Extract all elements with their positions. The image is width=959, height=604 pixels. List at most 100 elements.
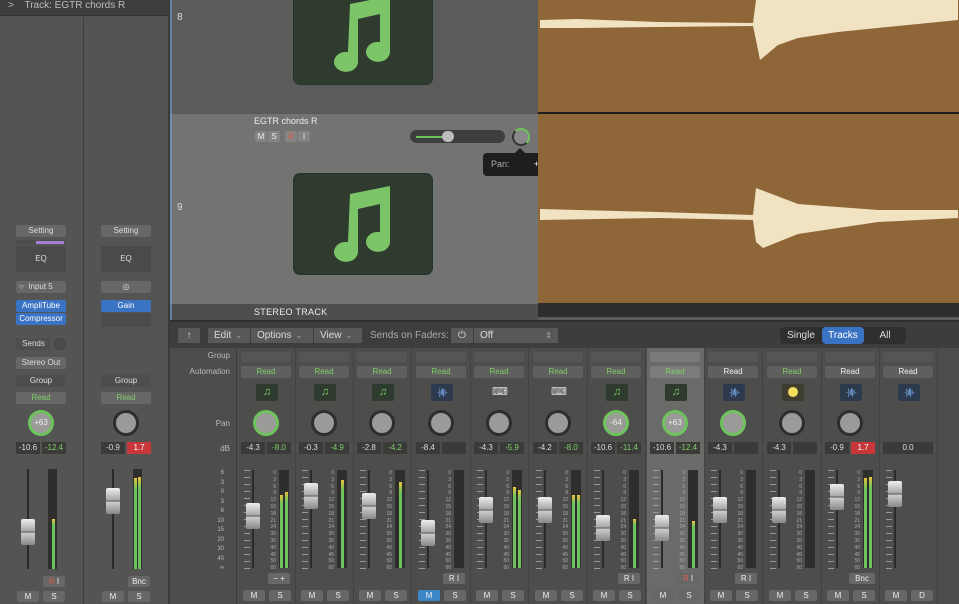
track-icon-8[interactable] [294, 0, 432, 84]
mute-button[interactable]: M [710, 590, 732, 601]
group-slot[interactable] [533, 352, 583, 362]
solo-button[interactable]: S [327, 590, 349, 601]
record-input-buttons[interactable]: R I [677, 573, 699, 584]
track-record-button[interactable]: R [285, 131, 297, 142]
input-monitor-button[interactable]: I [57, 577, 59, 586]
automation-mode-button[interactable]: Read [416, 366, 466, 378]
solo-button-output[interactable]: S [128, 591, 150, 602]
mute-button[interactable]: M [885, 590, 907, 601]
volume-fader-handle[interactable] [713, 497, 727, 524]
volume-readout[interactable]: -10.6 [16, 442, 40, 454]
eq-button-output[interactable]: EQ [101, 246, 151, 272]
input-monitor-button[interactable]: I [632, 574, 634, 583]
peak-readout[interactable] [793, 442, 817, 454]
record-enable-button[interactable]: R [683, 574, 689, 583]
automation-mode-button[interactable]: Read [591, 366, 641, 378]
volume-fader-handle[interactable] [21, 519, 35, 545]
audio-waveform-icon[interactable]: ·|ıl|ı· [840, 384, 862, 401]
group-slot[interactable] [591, 352, 641, 362]
solo-button[interactable]: S [269, 590, 291, 601]
audio-region-track-9[interactable] [538, 114, 959, 303]
empty-plugin-slot[interactable] [101, 313, 151, 327]
volume-fader-handle[interactable] [538, 497, 552, 524]
volume-fader-handle[interactable] [362, 493, 376, 520]
view-menu[interactable]: View ⌄ [314, 328, 362, 343]
peak-readout[interactable]: 1.7 [851, 442, 875, 454]
group-button[interactable]: Group [16, 375, 66, 387]
volume-fader-handle[interactable] [655, 515, 669, 541]
solo-button[interactable]: S [502, 590, 524, 601]
volume-slider-knob[interactable] [442, 131, 454, 142]
volume-readout[interactable]: 0.0 [883, 442, 933, 454]
up-arrow-icon[interactable]: ↑ [178, 328, 200, 343]
add-remove-buttons[interactable]: − + [268, 573, 290, 584]
solo-button[interactable]: S [795, 590, 817, 601]
input-button[interactable]: ○ Input 5 [16, 281, 66, 293]
volume-readout[interactable]: -8.4 [416, 442, 440, 454]
volume-fader-handle[interactable] [304, 482, 318, 509]
volume-readout[interactable]: -0.9 [825, 442, 849, 454]
peak-readout[interactable]: -12.4 [42, 442, 66, 454]
peak-readout[interactable] [734, 442, 758, 454]
sends-button[interactable]: Sends [16, 338, 51, 350]
group-slot[interactable] [416, 352, 466, 362]
peak-readout[interactable]: -8.0 [267, 442, 291, 454]
audio-region-track-8[interactable] [538, 0, 959, 112]
mute-button[interactable]: M [593, 590, 615, 601]
music-note-icon[interactable]: ♫ [665, 384, 687, 401]
pan-knob[interactable]: +63 [28, 410, 54, 436]
audio-waveform-icon[interactable]: ·|ıl|ı· [723, 384, 745, 401]
pan-knob[interactable] [253, 410, 279, 436]
pan-knob[interactable]: -64 [603, 410, 629, 436]
audio-waveform-icon[interactable]: ·|ıl|ı· [898, 384, 920, 401]
options-menu[interactable]: Options ⌄ [251, 328, 313, 343]
send-knob[interactable] [54, 338, 66, 350]
group-slot[interactable] [825, 352, 875, 362]
plugin-slot-compressor[interactable]: Compressor [16, 313, 66, 325]
view-tracks-button[interactable]: Tracks [822, 327, 864, 344]
volume-readout[interactable]: -4.3 [767, 442, 791, 454]
pan-knob[interactable] [311, 410, 337, 436]
track-pan-knob[interactable] [512, 128, 530, 146]
volume-fader-handle[interactable] [830, 483, 844, 510]
automation-mode-button[interactable]: Read [533, 366, 583, 378]
volume-readout[interactable]: -0.3 [299, 442, 323, 454]
record-input-buttons[interactable]: R I [735, 573, 757, 584]
pan-knob[interactable] [369, 410, 395, 436]
peak-readout[interactable]: -4.9 [325, 442, 349, 454]
eq-button[interactable]: EQ [16, 246, 66, 272]
group-slot[interactable] [883, 352, 933, 362]
stereo-link-icon[interactable]: ◎ [101, 281, 151, 293]
dim-button[interactable]: D [911, 590, 933, 601]
automation-mode-button[interactable]: Read [474, 366, 524, 378]
solo-button[interactable]: S [561, 590, 583, 601]
mute-button-output[interactable]: M [102, 591, 124, 602]
mute-button[interactable]: M [535, 590, 557, 601]
track-header-8[interactable]: 8 [170, 0, 538, 113]
peak-readout[interactable] [442, 442, 466, 454]
mute-button[interactable]: M [17, 591, 39, 602]
group-slot[interactable] [650, 352, 700, 362]
peak-readout[interactable]: -5.9 [500, 442, 524, 454]
track-icon-9[interactable] [294, 174, 432, 274]
pan-knob[interactable] [486, 410, 512, 436]
group-button-output[interactable]: Group [101, 375, 151, 387]
bounce-button[interactable]: Bnc [128, 576, 150, 587]
record-input-buttons[interactable]: R I [43, 576, 65, 587]
volume-readout[interactable]: -2.8 [357, 442, 381, 454]
volume-fader-handle[interactable] [596, 515, 610, 541]
solo-button[interactable]: S [385, 590, 407, 601]
automation-mode-button[interactable]: Read [825, 366, 875, 378]
keyboard-stand-icon[interactable]: ⌨ [548, 384, 570, 401]
record-enable-button[interactable]: R [741, 574, 747, 583]
track-mute-button[interactable]: M [255, 131, 267, 142]
output-fader-track[interactable] [112, 469, 114, 569]
peak-readout[interactable]: -12.4 [676, 442, 700, 454]
music-note-icon[interactable]: ♫ [372, 384, 394, 401]
solo-button[interactable]: S [619, 590, 641, 601]
peak-readout-output[interactable]: 1.7 [127, 442, 151, 454]
input-monitor-button[interactable]: I [749, 574, 751, 583]
volume-readout[interactable]: -4.3 [241, 442, 265, 454]
balance-knob[interactable] [113, 410, 139, 436]
group-slot[interactable] [241, 352, 291, 362]
